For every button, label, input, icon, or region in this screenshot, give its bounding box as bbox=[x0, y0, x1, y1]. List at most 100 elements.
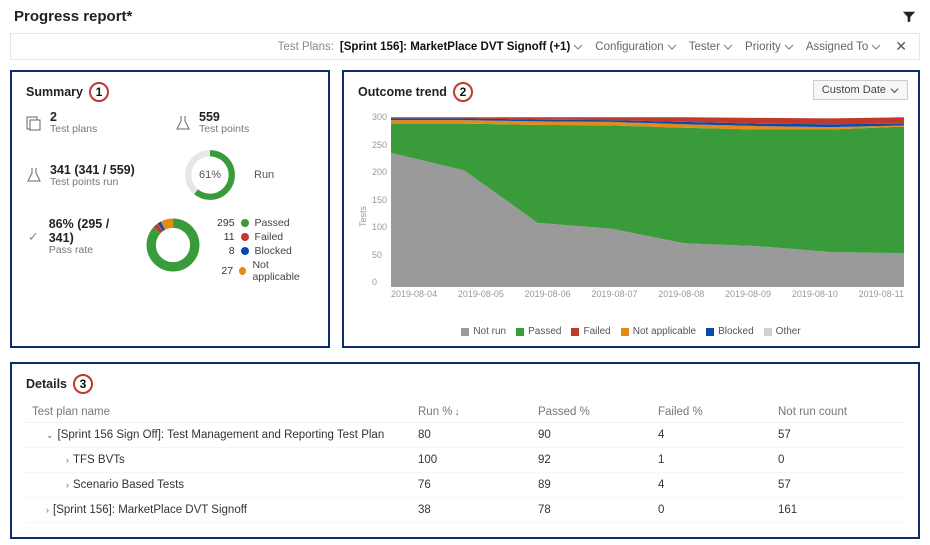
legend-sq-blocked bbox=[706, 328, 714, 336]
col-run-header[interactable]: Run %↓ bbox=[418, 406, 538, 418]
testplan-icon bbox=[26, 115, 42, 131]
cell-passed: 78 bbox=[538, 504, 658, 516]
col-failed-header[interactable]: Failed % bbox=[658, 406, 778, 418]
configuration-label: Configuration bbox=[595, 41, 663, 53]
legend-count: 27 bbox=[215, 265, 234, 277]
chevron-right-icon[interactable]: › bbox=[46, 505, 49, 515]
test-points-stat: 559 Test points bbox=[175, 110, 314, 135]
check-icon: ✓ bbox=[26, 229, 41, 245]
legend-label: Blocked bbox=[255, 245, 292, 257]
sort-desc-icon: ↓ bbox=[455, 407, 460, 418]
trend-title: Outcome trend bbox=[358, 85, 447, 99]
flask-icon bbox=[175, 115, 191, 131]
trend-chart: 2019-08-042019-08-052019-08-062019-08-07… bbox=[391, 112, 904, 320]
outcome-donut bbox=[145, 217, 201, 273]
configuration-filter[interactable]: Configuration bbox=[595, 41, 676, 53]
tester-filter[interactable]: Tester bbox=[689, 41, 733, 53]
tester-label: Tester bbox=[689, 41, 720, 53]
cell-failed: 0 bbox=[658, 504, 778, 516]
col-name-header[interactable]: Test plan name bbox=[32, 406, 418, 418]
run-label: Test points run bbox=[50, 176, 135, 188]
cell-notrun: 0 bbox=[778, 454, 898, 466]
chevron-down-icon bbox=[667, 42, 677, 52]
chevron-down-icon bbox=[573, 42, 583, 52]
chevron-right-icon[interactable]: › bbox=[66, 480, 69, 490]
cell-run: 38 bbox=[418, 504, 538, 516]
legend-sq-other bbox=[764, 328, 772, 336]
legend-sq-notrun bbox=[461, 328, 469, 336]
legend-label: Passed bbox=[255, 217, 290, 229]
cell-run: 80 bbox=[418, 429, 538, 441]
date-range-label: Custom Date bbox=[822, 84, 886, 96]
table-row[interactable]: ›TFS BVTs1009210 bbox=[26, 448, 904, 473]
cell-notrun: 57 bbox=[778, 429, 898, 441]
priority-filter[interactable]: Priority bbox=[745, 41, 794, 53]
run-donut: 61% bbox=[182, 147, 238, 203]
row-name: [Sprint 156]: MarketPlace DVT Signoff bbox=[53, 504, 247, 516]
details-title: Details bbox=[26, 377, 67, 391]
legend-sq-passed bbox=[516, 328, 524, 336]
cell-passed: 92 bbox=[538, 454, 658, 466]
details-panel: Details 3 Test plan name Run %↓ Passed %… bbox=[10, 362, 920, 539]
cell-failed: 4 bbox=[658, 429, 778, 441]
legend-count: 295 bbox=[215, 217, 235, 229]
legend-count: 8 bbox=[215, 245, 235, 257]
cell-passed: 89 bbox=[538, 479, 658, 491]
row-name: TFS BVTs bbox=[73, 454, 125, 466]
plans-label: Test Plans: bbox=[278, 41, 334, 53]
col-notrun-header[interactable]: Not run count bbox=[778, 406, 898, 418]
col-passed-header[interactable]: Passed % bbox=[538, 406, 658, 418]
trend-step-badge: 2 bbox=[453, 82, 473, 102]
chevron-down-icon bbox=[784, 42, 794, 52]
pass-value: 86% (295 / 341) bbox=[49, 217, 131, 245]
legend-sq-failed bbox=[571, 328, 579, 336]
table-row[interactable]: › [Sprint 156]: MarketPlace DVT Signoff 38… bbox=[26, 498, 904, 523]
chevron-down-icon[interactable]: ⌄ bbox=[46, 430, 54, 441]
test-plans-filter[interactable]: [Sprint 156]: MarketPlace DVT Signoff (+… bbox=[340, 41, 583, 53]
summary-panel: Summary 1 2 Test plans bbox=[10, 70, 330, 348]
run-stat: 341 (341 / 559) Test points run bbox=[26, 163, 166, 188]
chevron-down-icon bbox=[871, 42, 881, 52]
summary-title: Summary bbox=[26, 85, 83, 99]
table-row[interactable]: ›Scenario Based Tests7689457 bbox=[26, 473, 904, 498]
chevron-down-icon bbox=[723, 42, 733, 52]
details-table: Test plan name Run %↓ Passed % Failed % … bbox=[26, 402, 904, 523]
cell-failed: 4 bbox=[658, 479, 778, 491]
outcome-legend: 295Passed 11Failed 8Blocked 27Not applic… bbox=[215, 217, 314, 285]
page-title: Progress report* bbox=[14, 8, 132, 25]
table-row[interactable]: ⌄ [Sprint 156 Sign Off]: Test Management … bbox=[26, 423, 904, 448]
chevron-down-icon bbox=[890, 86, 899, 95]
flask-icon bbox=[26, 167, 42, 183]
trend-panel: Outcome trend 2 Custom Date Tests 300250… bbox=[342, 70, 920, 348]
clear-filters-button[interactable]: ✕ bbox=[893, 38, 909, 55]
details-step-badge: 3 bbox=[73, 374, 93, 394]
legend-count: 11 bbox=[215, 231, 235, 243]
test-plans-label: Test plans bbox=[50, 123, 97, 135]
y-axis-ticks: 300250200150100500 bbox=[368, 112, 391, 287]
cell-passed: 90 bbox=[538, 429, 658, 441]
legend-dot-failed bbox=[241, 233, 249, 241]
date-range-button[interactable]: Custom Date bbox=[813, 80, 908, 100]
cell-run: 76 bbox=[418, 479, 538, 491]
summary-step-badge: 1 bbox=[89, 82, 109, 102]
y-axis-label: Tests bbox=[358, 112, 368, 320]
pass-label: Pass rate bbox=[49, 244, 131, 256]
test-points-value: 559 bbox=[199, 110, 249, 124]
legend-dot-blocked bbox=[241, 247, 249, 255]
legend-dot-passed bbox=[241, 219, 249, 227]
row-name: [Sprint 156 Sign Off]: Test Management a… bbox=[58, 429, 385, 441]
cell-notrun: 57 bbox=[778, 479, 898, 491]
assignedto-filter[interactable]: Assigned To bbox=[806, 41, 881, 53]
run-pct: 61% bbox=[182, 147, 238, 203]
legend-dot-na bbox=[239, 267, 246, 275]
test-points-label: Test points bbox=[199, 123, 249, 135]
legend-label: Failed bbox=[255, 231, 284, 243]
filter-icon[interactable] bbox=[902, 10, 916, 24]
legend-sq-na bbox=[621, 328, 629, 336]
x-axis-ticks: 2019-08-042019-08-052019-08-062019-08-07… bbox=[391, 287, 904, 299]
priority-label: Priority bbox=[745, 41, 781, 53]
pass-rate-stat: ✓ 86% (295 / 341) Pass rate bbox=[26, 217, 131, 256]
chevron-right-icon[interactable]: › bbox=[66, 455, 69, 465]
cell-notrun: 161 bbox=[778, 504, 898, 516]
cell-run: 100 bbox=[418, 454, 538, 466]
